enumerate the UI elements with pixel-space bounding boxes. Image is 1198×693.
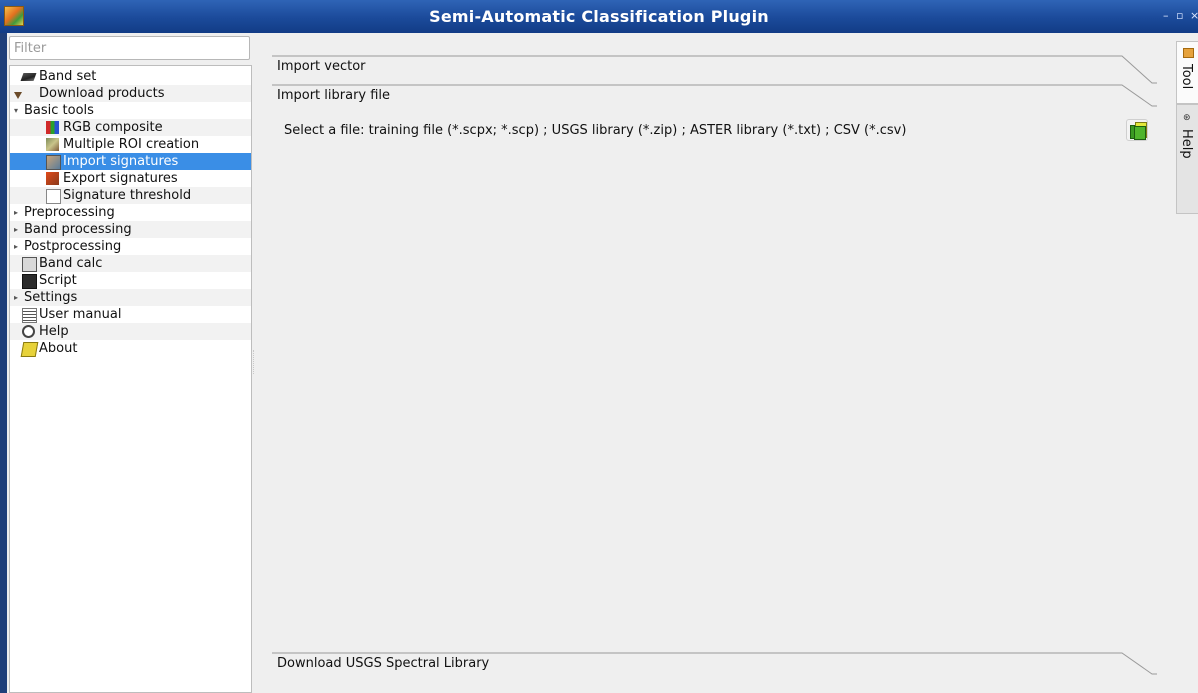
sidebar-item-help[interactable]: Help [10,323,251,340]
multiple-roi-icon [46,138,59,151]
tab-help[interactable]: ⊛ Help [1176,104,1198,214]
about-icon [20,342,39,357]
sidebar-item-band-processing[interactable]: ▸ Band processing [10,221,251,238]
tab-tool-label: Tool [1179,64,1194,90]
splitter-handle[interactable] [253,350,256,374]
sidebar-item-export-signatures[interactable]: Export signatures [10,170,251,187]
sidebar-item-import-signatures[interactable]: Import signatures [10,153,251,170]
right-tabs: Tool ⊛ Help [1176,36,1198,693]
sidebar-item-label: Band processing [24,222,132,237]
dock-frame [0,33,7,693]
import-library-divider [272,84,1157,107]
sidebar-item-label: Help [39,324,69,339]
select-file-label: Select a file: training file (*.scpx; *.… [284,123,907,138]
open-file-button[interactable] [1126,119,1148,141]
expanded-arrow-icon[interactable]: ▾ [11,102,21,119]
sidebar-item-label: RGB composite [63,120,163,135]
sidebar-item-label: Multiple ROI creation [63,137,200,152]
collapsed-arrow-icon[interactable]: ▸ [11,221,21,238]
export-signatures-icon [46,172,59,185]
download-usgs-divider [272,652,1157,675]
help-tab-icon: ⊛ [1183,113,1191,123]
sidebar-item-label: Import signatures [63,154,179,169]
sidebar-item-label: Download products [39,86,165,101]
title-bar: Semi-Automatic Classification Plugin – ▫… [0,0,1198,33]
sidebar-item-label: Postprocessing [24,239,122,254]
sidebar-item-label: Signature threshold [63,188,192,203]
sidebar-item-label: Script [39,273,77,288]
close-button[interactable]: × [1190,9,1198,22]
sidebar-item-preprocessing[interactable]: ▸ Preprocessing [10,204,251,221]
help-icon [22,325,35,338]
sidebar-item-label: Export signatures [63,171,178,186]
sidebar-item-script[interactable]: Script [10,272,251,289]
collapsed-arrow-icon[interactable]: ▸ [11,238,21,255]
minimize-button[interactable]: – [1163,9,1169,22]
sidebar-item-about[interactable]: About [10,340,251,357]
sidebar-item-postprocessing[interactable]: ▸ Postprocessing [10,238,251,255]
signature-threshold-icon [46,189,61,204]
rgb-composite-icon [46,121,59,134]
user-manual-icon [22,308,37,323]
import-signatures-icon [46,155,61,170]
sidebar-item-band-set[interactable]: Band set [10,68,251,85]
sidebar-item-settings[interactable]: ▸ Settings [10,289,251,306]
download-icon [14,92,22,99]
sidebar-item-label: Preprocessing [24,205,115,220]
sidebar-item-label: Basic tools [24,103,94,118]
sidebar-item-label: Settings [24,290,78,305]
band-set-icon [20,73,37,81]
tab-tool[interactable]: Tool [1176,41,1198,104]
import-vector-divider [272,55,1157,84]
collapsed-arrow-icon[interactable]: ▸ [11,204,21,221]
sidebar-item-basic-tools[interactable]: ▾ Basic tools [10,102,251,119]
window-title: Semi-Automatic Classification Plugin [429,7,769,26]
sidebar: Band setDownload products▾Basic toolsRGB… [9,36,252,693]
sidebar-item-label: Band calc [39,256,103,271]
sidebar-item-multiple-roi-creation[interactable]: Multiple ROI creation [10,136,251,153]
sidebar-item-rgb-composite[interactable]: RGB composite [10,119,251,136]
sidebar-item-download-products[interactable]: Download products [10,85,251,102]
band-calc-icon [22,257,37,272]
tool-tree: Band set Download products ▾ Basic tools RGB… [9,65,252,693]
maximize-button[interactable]: ▫ [1176,9,1183,22]
sidebar-item-signature-threshold[interactable]: Signature threshold [10,187,251,204]
tab-help-label: Help [1179,129,1194,159]
sidebar-item-user-manual[interactable]: User manual [10,306,251,323]
sidebar-item-label: Band set [39,69,97,84]
sidebar-item-band-calc[interactable]: Band calc [10,255,251,272]
tool-tab-icon [1183,48,1194,58]
sidebar-item-label: About [39,341,78,356]
sidebar-item-label: User manual [39,307,122,322]
script-icon [22,274,37,289]
filter-input[interactable] [9,36,250,60]
collapsed-arrow-icon[interactable]: ▸ [11,289,21,306]
